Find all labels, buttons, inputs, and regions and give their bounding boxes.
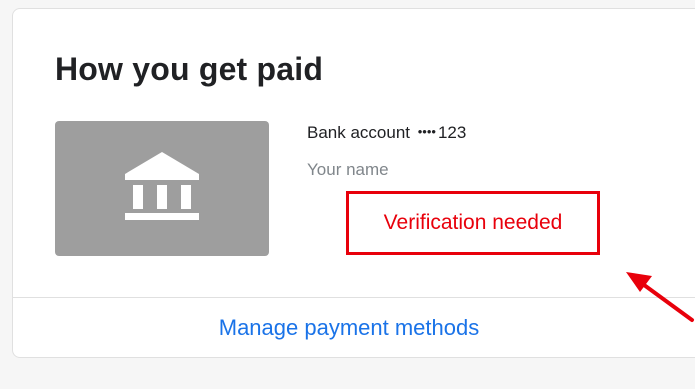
page: How you get paid Bank account •••• 123 Yo… [0,0,695,389]
arrow-annotation [626,272,694,322]
